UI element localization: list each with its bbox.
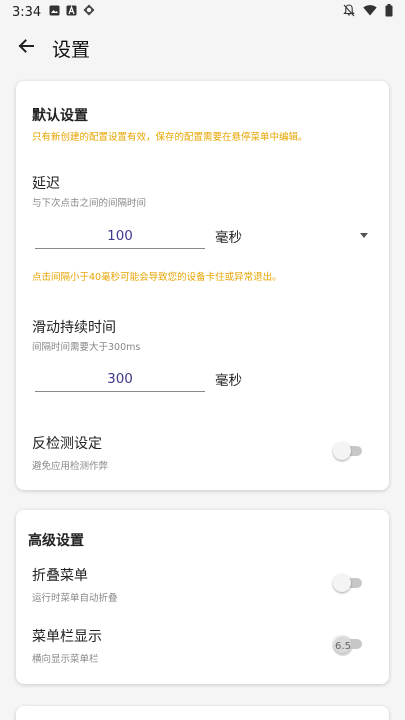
wifi-icon (363, 4, 377, 20)
delay-unit: 毫秒 (215, 230, 242, 246)
toggle-thumb (333, 574, 351, 592)
floating-menu-badge[interactable]: 6.5 (333, 636, 353, 656)
default-settings-title: 默认设置 (32, 108, 88, 124)
menu-bar-display-description: 横向显示菜单栏 (32, 654, 99, 665)
toggle-thumb (333, 442, 351, 460)
status-time: 3:34 (12, 4, 42, 20)
default-settings-card: 默认设置 只有新创建的配置设置有效，保存的配置需要在悬停菜单中编辑。 延迟 与下… (16, 81, 389, 490)
anti-detection-label: 反检测设定 (32, 436, 102, 452)
delay-warning: 点击间隔小于40毫秒可能会导致您的设备卡住或异常退出。 (32, 272, 282, 283)
delay-unit-dropdown[interactable] (360, 233, 368, 238)
diamond-icon (83, 4, 95, 20)
font-icon (66, 4, 77, 20)
delay-input[interactable] (35, 223, 205, 249)
collapse-menu-description: 运行时菜单自动折叠 (32, 593, 118, 604)
anti-detection-description: 避免应用检测作弊 (32, 461, 109, 472)
image-icon (49, 5, 60, 20)
advanced-settings-title: 高级设置 (28, 533, 84, 549)
swipe-duration-unit: 毫秒 (215, 373, 242, 389)
anti-detection-toggle[interactable] (333, 441, 363, 461)
swipe-duration-input[interactable] (35, 366, 205, 392)
notifications-off-icon (343, 3, 355, 21)
collapse-menu-label: 折叠菜单 (32, 568, 88, 584)
delay-description: 与下次点击之间的间隔时间 (32, 198, 147, 209)
swipe-duration-label: 滑动持续时间 (32, 320, 116, 336)
advanced-settings-card: 高级设置 折叠菜单 运行时菜单自动折叠 菜单栏显示 横向显示菜单栏 (16, 510, 389, 684)
status-right-icons (343, 3, 393, 21)
app-bar: 设置 (0, 24, 405, 72)
next-settings-card (16, 706, 389, 720)
menu-bar-display-label: 菜单栏显示 (32, 629, 102, 645)
back-button[interactable] (12, 34, 40, 62)
battery-icon (385, 3, 393, 21)
collapse-menu-toggle[interactable] (333, 573, 363, 593)
page-title: 设置 (52, 38, 91, 61)
swipe-duration-description: 间隔时间需要大于300ms (32, 342, 141, 353)
default-settings-note: 只有新创建的配置设置有效，保存的配置需要在悬停菜单中编辑。 (32, 132, 308, 143)
delay-label: 延迟 (32, 176, 60, 192)
arrow-left-icon (17, 37, 35, 59)
status-bar: 3:34 (0, 0, 405, 24)
